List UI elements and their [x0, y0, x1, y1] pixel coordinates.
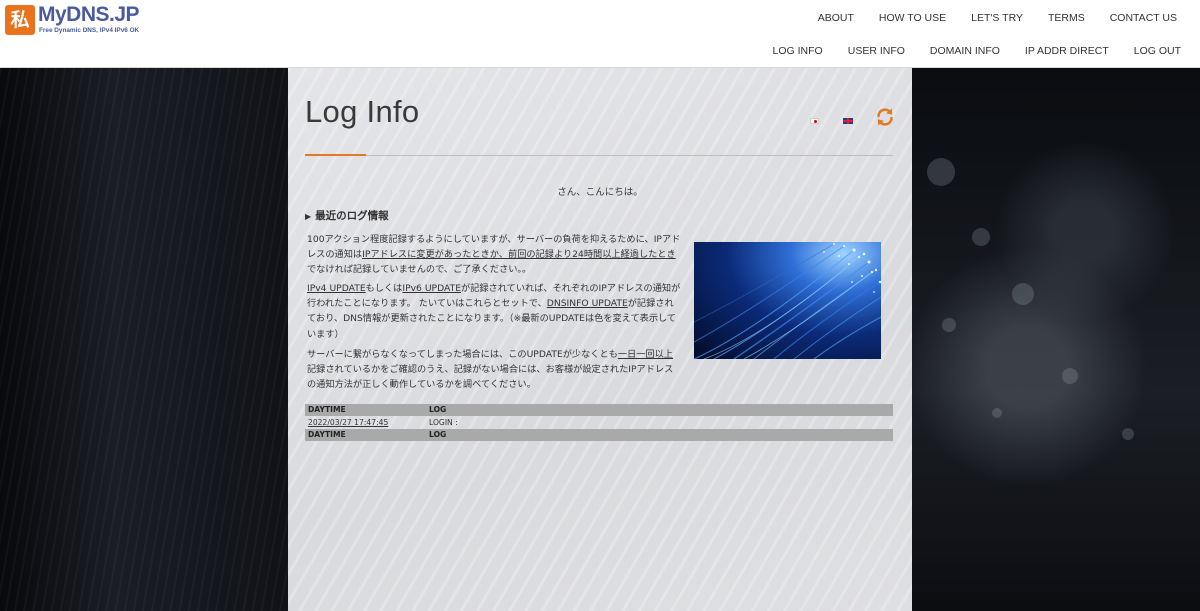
bokeh-dot	[927, 158, 955, 186]
bokeh-dot	[992, 408, 1002, 418]
section-heading-label: 最近のログ情報	[315, 210, 389, 222]
nav-ip-addr-direct[interactable]: IP ADDR DIRECT	[1012, 44, 1121, 58]
footer-daytime: DAYTIME	[308, 430, 346, 439]
bokeh-dot	[942, 318, 956, 332]
log-table-header: DAYTIME LOG	[305, 404, 893, 416]
ipv4-update-link[interactable]: IPv4 UPDATE	[307, 283, 366, 294]
log-note-paragraph-2: IPv4 UPDATEもしくはIPv6 UPDATEが記録されていれば、それぞれ…	[307, 281, 681, 342]
log-table: DAYTIME LOG 2022/03/27 17:47:45 LOGIN : …	[305, 404, 893, 441]
nav-log-info[interactable]: LOG INFO	[760, 44, 835, 58]
fiber-optic-image	[694, 242, 881, 359]
uk-flag-icon[interactable]	[843, 118, 853, 124]
nav-about[interactable]: ABOUT	[805, 11, 866, 25]
japan-flag-icon[interactable]	[810, 118, 819, 124]
refresh-icon[interactable]	[875, 107, 895, 127]
nav-log-out[interactable]: LOG OUT	[1121, 44, 1200, 58]
bokeh-dot	[1122, 428, 1134, 440]
log-note-paragraph-1: 100アクション程度記録するようにしていますが、サーバーの負荷を抑えるために、I…	[307, 232, 681, 278]
ip-change-link[interactable]: IPアドレスに変更があったときか、前回の記録より24時間以上経過したとき	[362, 249, 676, 260]
nav-contact-us[interactable]: CONTACT US	[1097, 11, 1200, 25]
log-table-footer: DAYTIME LOG	[305, 429, 893, 441]
site-header: 私 MyDNS.JP Free Dynamic DNS, IPv4 IPv6 O…	[0, 0, 1200, 68]
triangle-bullet-icon: ▶	[305, 212, 312, 221]
bokeh-dot	[1062, 368, 1078, 384]
log-note-paragraph-3: サーバーに繋がらなくなってしまった場合には、このUPDATEが少なくとも一日一回…	[307, 347, 681, 393]
paragraph-text: サーバーに繋がらなくなってしまった場合には、このUPDATEが少なくとも	[307, 349, 618, 360]
once-a-day-link[interactable]: 一日一回以上	[618, 349, 673, 360]
table-row: 2022/03/27 17:47:45 LOGIN :	[305, 416, 893, 429]
logo-subtitle: Free Dynamic DNS, IPv4 IPv6 OK	[39, 27, 140, 34]
logo-title: MyDNS.JP	[38, 3, 140, 26]
greeting-text: さん、こんにちは。	[557, 187, 643, 198]
header-log: LOG	[429, 405, 447, 414]
main-panel: Log Info さん、こんにちは。 ▶ 最近のログ情報 100アクション程度記録…	[288, 68, 912, 611]
user-nav: LOG INFO USER INFO DOMAIN INFO IP ADDR D…	[760, 44, 1200, 58]
title-divider	[305, 155, 893, 156]
nav-how-to-use[interactable]: HOW TO USE	[866, 11, 958, 25]
top-nav: ABOUT HOW TO USE LET'S TRY TERMS CONTACT…	[805, 11, 1200, 25]
logo-mark: 私	[5, 5, 35, 35]
site-logo[interactable]: 私 MyDNS.JP Free Dynamic DNS, IPv4 IPv6 O…	[5, 3, 155, 37]
background-fiber-left	[0, 68, 288, 611]
footer-log: LOG	[429, 430, 447, 439]
page-title: Log Info	[305, 94, 420, 129]
section-heading: ▶ 最近のログ情報	[305, 208, 389, 223]
nav-user-info[interactable]: USER INFO	[835, 44, 917, 58]
header-daytime: DAYTIME	[308, 405, 346, 414]
nav-terms[interactable]: TERMS	[1035, 11, 1097, 25]
title-divider-accent	[305, 154, 366, 156]
background-fiber-right	[912, 68, 1200, 611]
nav-lets-try[interactable]: LET'S TRY	[959, 11, 1036, 25]
paragraph-text: 記録されているかをご確認のうえ、記録がない場合には、お客様が設定されたIPアドレ…	[307, 364, 674, 391]
ipv6-update-link[interactable]: IPv6 UPDATE	[402, 283, 461, 294]
paragraph-text: でなければ記録していませんので、ご了承ください。。	[307, 264, 532, 276]
log-entry: LOGIN :	[429, 418, 458, 427]
log-daytime-link[interactable]: 2022/03/27 17:47:45	[308, 418, 388, 427]
bokeh-dot	[1012, 283, 1034, 305]
bokeh-dot	[972, 228, 990, 246]
nav-domain-info[interactable]: DOMAIN INFO	[917, 44, 1012, 58]
paragraph-text: もしくは	[365, 283, 403, 294]
dnsinfo-update-link[interactable]: DNSINFO UPDATE	[547, 298, 628, 309]
